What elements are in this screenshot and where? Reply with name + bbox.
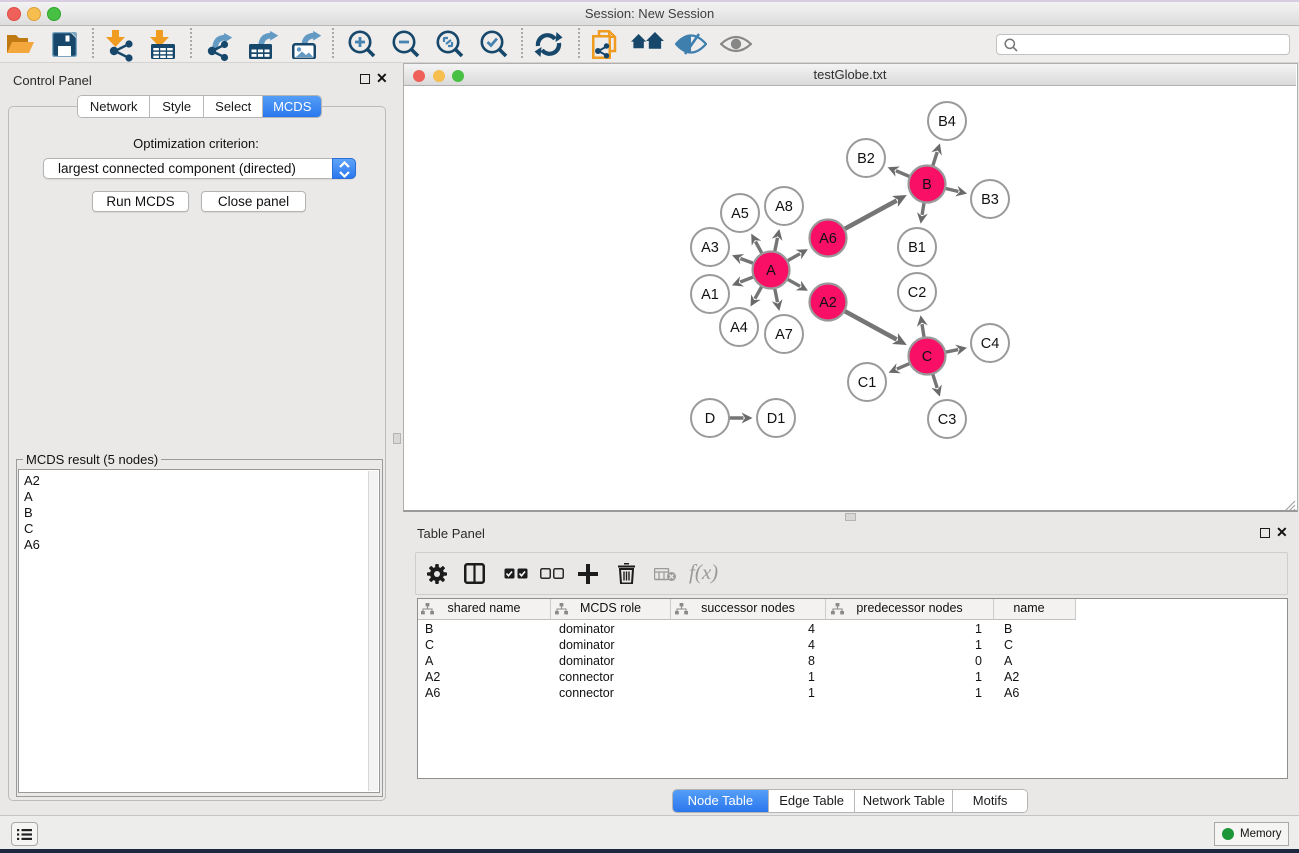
svg-text:B: B <box>922 177 932 193</box>
svg-text:B4: B4 <box>938 114 956 130</box>
svg-text:B2: B2 <box>857 151 875 167</box>
svg-text:C2: C2 <box>908 285 927 301</box>
svg-text:C1: C1 <box>858 375 877 391</box>
svg-text:B1: B1 <box>908 240 926 256</box>
svg-text:A3: A3 <box>701 240 719 256</box>
svg-text:B3: B3 <box>981 192 999 208</box>
svg-text:D1: D1 <box>767 411 786 427</box>
svg-text:A4: A4 <box>730 320 748 336</box>
svg-text:A6: A6 <box>819 231 837 247</box>
svg-text:C3: C3 <box>938 412 957 428</box>
svg-text:A: A <box>766 263 776 279</box>
svg-text:A2: A2 <box>819 295 837 311</box>
svg-text:C4: C4 <box>981 336 1000 352</box>
svg-text:C: C <box>922 349 932 365</box>
svg-text:D: D <box>705 411 715 427</box>
svg-text:A7: A7 <box>775 327 793 343</box>
svg-text:A1: A1 <box>701 287 719 303</box>
svg-text:A5: A5 <box>731 206 749 222</box>
svg-text:A8: A8 <box>775 199 793 215</box>
